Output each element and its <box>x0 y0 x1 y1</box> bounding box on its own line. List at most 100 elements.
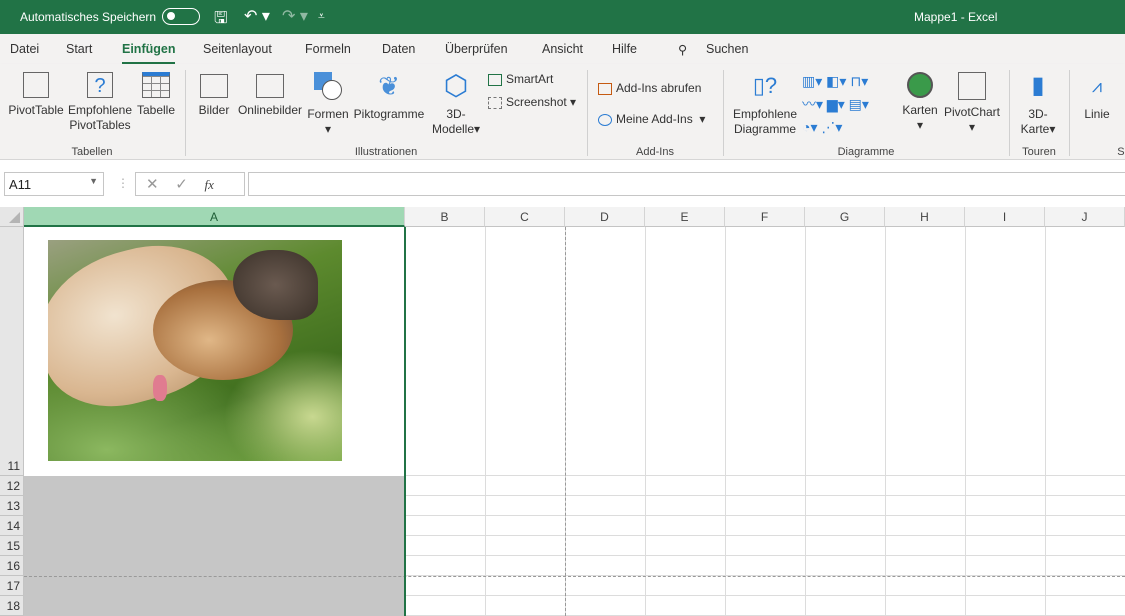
icons-button[interactable]: ❦ Piktogramme <box>352 64 426 122</box>
column-chart-icon[interactable]: ▥▾ <box>802 73 822 89</box>
row-gridline <box>405 495 1125 496</box>
enter-icon[interactable]: ✓ <box>175 176 188 193</box>
combo-chart-icon[interactable]: ▤▾ <box>849 96 869 112</box>
row-gridline <box>405 475 1125 476</box>
name-box[interactable]: A11 ▼ <box>4 172 104 196</box>
row-gridline <box>405 535 1125 536</box>
scatter-chart-icon[interactable]: ⋰▾ <box>821 119 842 135</box>
column-header-c[interactable]: C <box>485 207 565 227</box>
undo-icon[interactable]: ↶ ▾ <box>244 6 270 26</box>
tab-hilfe[interactable]: Hilfe <box>612 42 637 56</box>
selected-range[interactable] <box>24 476 405 616</box>
recommended-pivottable-icon: ? <box>87 72 113 98</box>
ribbon-tabs: Datei Start Einfügen Seitenlayout Formel… <box>0 34 1125 65</box>
column-header-j[interactable]: J <box>1045 207 1125 227</box>
3d-map-button[interactable]: ▮ 3D- Karte▾ <box>1014 64 1062 137</box>
autosave-toggle[interactable] <box>162 8 200 25</box>
column-gridline <box>805 227 806 616</box>
column-header-f[interactable]: F <box>725 207 805 227</box>
customize-icon[interactable]: ⩡ <box>318 9 325 24</box>
row-header-12[interactable]: 12 <box>0 476 24 496</box>
tab-start[interactable]: Start <box>66 42 92 56</box>
column-header-i[interactable]: I <box>965 207 1045 227</box>
row-header-11[interactable]: 11 <box>0 227 24 476</box>
tab-seitenlayout[interactable]: Seitenlayout <box>203 42 272 56</box>
dog-photo[interactable] <box>48 240 342 461</box>
tab-formeln[interactable]: Formeln <box>305 42 351 56</box>
sparkline-icon: ⩘ <box>1091 76 1103 96</box>
tab-ueberpruefen[interactable]: Überprüfen <box>445 42 508 56</box>
table-icon <box>142 72 170 98</box>
formula-input[interactable] <box>248 172 1125 196</box>
pictures-button[interactable]: Bilder <box>194 64 234 118</box>
row-gridline <box>405 555 1125 556</box>
redo-icon[interactable]: ↷ ▾ <box>282 6 308 26</box>
insert-function-icon[interactable]: fx <box>205 177 214 192</box>
row-header-18[interactable]: 18 <box>0 596 24 616</box>
group-label-sparklines: Sp <box>1117 146 1125 158</box>
column-header-g[interactable]: G <box>805 207 885 227</box>
row-header-13[interactable]: 13 <box>0 496 24 516</box>
page-break-vertical <box>565 227 566 616</box>
pivottable-icon <box>23 72 49 98</box>
recommended-pivottables-button[interactable]: ? Empfohlene PivotTables <box>66 64 134 133</box>
group-label-touren: Touren <box>1022 146 1056 158</box>
column-header-b[interactable]: B <box>405 207 485 227</box>
row-header-16[interactable]: 16 <box>0 556 24 576</box>
statistic-chart-icon[interactable]: ▆▾ <box>827 96 845 112</box>
row-header-15[interactable]: 15 <box>0 536 24 556</box>
save-icon[interactable]: 🖫 <box>214 7 228 34</box>
chevron-down-icon[interactable]: ▼ <box>89 176 98 186</box>
column-gridline <box>1045 227 1046 616</box>
recommended-chart-icon: ▯? <box>752 73 778 98</box>
column-gridline <box>965 227 966 616</box>
column-gridline <box>725 227 726 616</box>
chart-type-gallery[interactable]: ▥▾ ◧▾ ⊓▾ 〰▾ ▆▾ ▤▾ ◔▾ ⋰▾ <box>802 70 869 139</box>
screenshot-icon <box>488 96 502 109</box>
my-addins-icon <box>598 113 612 126</box>
maps-button[interactable]: Karten ▾ <box>900 64 940 133</box>
hierarchy-chart-icon[interactable]: ◧▾ <box>826 73 846 89</box>
tab-einfuegen[interactable]: Einfügen <box>122 42 176 65</box>
title-bar: Automatisches Speichern 🖫 ↶ ▾ ↷ ▾ ⩡ Mapp… <box>0 0 1125 34</box>
search-box[interactable]: Suchen <box>706 42 748 56</box>
row-header-17[interactable]: 17 <box>0 576 24 596</box>
smartart-button[interactable]: SmartArt <box>488 72 553 86</box>
group-label-illustrationen: Illustrationen <box>354 146 418 158</box>
row-header-14[interactable]: 14 <box>0 516 24 536</box>
tab-datei[interactable]: Datei <box>10 42 39 56</box>
sparkline-line-button[interactable]: ⩘ Linie <box>1078 64 1116 122</box>
cancel-icon[interactable]: ✕ <box>146 176 159 193</box>
pivottable-button[interactable]: PivotTable <box>6 64 66 118</box>
screenshot-button[interactable]: Screenshot ▾ <box>488 95 576 109</box>
window-title: Mappe1 - Excel <box>914 10 998 24</box>
table-button[interactable]: Tabelle <box>134 64 178 118</box>
line-chart-icon[interactable]: 〰▾ <box>802 96 823 112</box>
column-header-d[interactable]: D <box>565 207 645 227</box>
recommended-charts-button[interactable]: ▯? Empfohlene Diagramme <box>730 64 800 137</box>
shapes-button[interactable]: Formen ▾ <box>305 64 351 137</box>
pie-chart-icon[interactable]: ◔▾ <box>802 119 817 135</box>
online-pictures-button[interactable]: Onlinebilder <box>236 64 304 118</box>
addins-store-icon <box>598 82 612 95</box>
smartart-icon <box>488 73 502 86</box>
formula-buttons: ✕ ✓ fx <box>135 172 245 196</box>
pivotchart-button[interactable]: PivotChart ▾ <box>942 64 1002 135</box>
column-header-h[interactable]: H <box>885 207 965 227</box>
tab-ansicht[interactable]: Ansicht <box>542 42 583 56</box>
group-label-diagramme: Diagramme <box>837 146 895 158</box>
get-addins-button[interactable]: Add-Ins abrufen <box>598 81 701 95</box>
tab-daten[interactable]: Daten <box>382 42 415 56</box>
row-gridline <box>405 595 1125 596</box>
my-addins-button[interactable]: Meine Add-Ins ▾ <box>598 112 705 126</box>
waterfall-chart-icon[interactable]: ⊓▾ <box>850 73 868 89</box>
3d-map-icon: ▮ <box>1031 72 1045 99</box>
pivotchart-icon <box>958 72 986 100</box>
select-all-button[interactable] <box>0 207 24 227</box>
column-header-a[interactable]: A <box>24 207 405 227</box>
3d-models-button[interactable]: ⬡ 3D- Modelle▾ <box>428 64 484 137</box>
search-icon[interactable]: ⚲ <box>678 42 687 57</box>
column-header-e[interactable]: E <box>645 207 725 227</box>
group-label-tabellen: Tabellen <box>71 146 113 158</box>
splitter-icon[interactable]: ⋮ <box>117 176 129 190</box>
